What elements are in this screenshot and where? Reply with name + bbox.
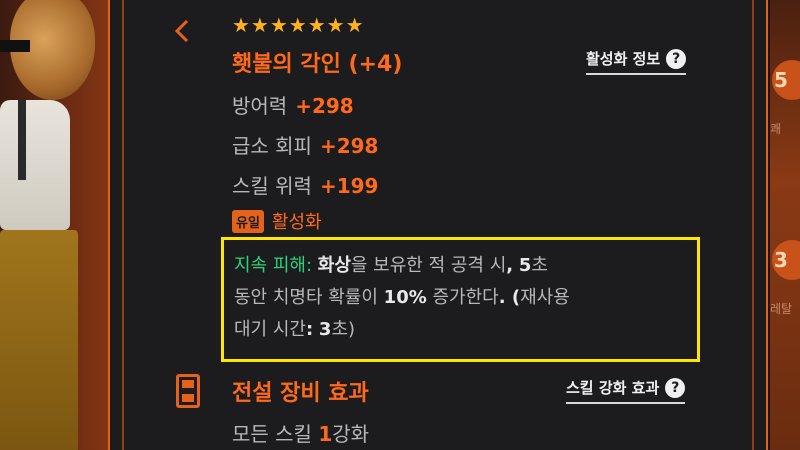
stat-value: +298 [295,94,354,118]
legendary-effect-text: 모든 스킬 1강화 [232,418,369,447]
unique-activation-row: 유일 활성화 [232,208,322,234]
effect-cooldown-label: 재사용 [520,287,570,308]
stat-crit-evasion: 급소 회피 +298 [232,130,378,159]
effect-comma: , [506,255,514,276]
question-icon[interactable]: ? [666,48,687,69]
effect-percentage: 10% [383,287,427,308]
stat-defense: 방어력 +298 [232,90,354,119]
panel-border-right [752,0,754,450]
stat-label: 급소 회피 [232,134,312,158]
stat-label: 방어력 [232,94,288,118]
activation-info-link[interactable]: 활성화 정보 ? [586,48,687,75]
side-badge-mid[interactable]: 3 [772,240,800,280]
item-title: 횃불의 각인 (+4) [232,52,403,77]
legendary-effect-title: 전설 장비 효과 [232,381,369,406]
legendary-hourglass-icon [176,374,200,408]
left-character-background [0,0,120,450]
effect-part1: 을 보유한 적 공격 시 [350,255,507,276]
legendary-effect-prefix: 모든 스킬 [232,422,312,446]
stat-value: +298 [319,134,379,158]
skill-enhance-label: 스킬 강화 효과 [566,379,660,397]
skill-enhance-link[interactable]: 스킬 강화 효과 ? [566,377,686,404]
effect-colon: : [305,319,314,340]
hourglass-bottom [182,394,194,402]
activation-label: 활성화 [271,212,322,233]
unique-badge: 유일 [232,209,264,233]
side-label-top: 쾌 [770,122,782,136]
hourglass-top [182,380,194,388]
effect-description: 지속 피해: 화상을 보유한 적 공격 시, 5초 동안 치명타 확률이 10%… [234,250,687,346]
back-chevron-icon[interactable] [174,18,198,46]
stat-skill-power: 스킬 위력 +199 [232,170,378,199]
character-sunglasses [0,40,30,52]
effect-keyword: 화상 [317,255,351,276]
link-underline [586,73,687,75]
character-shirt [0,100,70,230]
effect-description-box: 지속 피해: 화상을 보유한 적 공격 시, 5초 동안 치명타 확률이 10%… [221,237,700,362]
side-label-mid: 레탈 [770,302,793,316]
effect-cooldown-value: 3 [318,319,332,340]
legendary-effect-value: 1 [318,422,333,446]
star-rating: ★★★★★★★ [232,13,365,37]
legendary-effect-suffix: 강화 [332,422,370,446]
effect-line3-suffix: 초) [331,319,356,340]
activation-info-label: 활성화 정보 [586,50,661,68]
effect-name: 지속 피해: [234,255,313,276]
effect-part2: 초 [531,255,548,276]
right-side-background: 5 쾌 3 레탈 [770,0,800,450]
character-tie [18,100,26,180]
stat-value: +199 [319,174,379,198]
link-underline [566,402,686,404]
question-icon[interactable]: ? [665,377,686,398]
effect-line2-prefix: 동안 치명타 확률이 [234,287,378,308]
effect-line2-suffix: 증가한다 [432,287,499,308]
character-pants [0,230,78,450]
side-badge-top[interactable]: 5 [772,60,800,100]
effect-dot-paren: . ( [498,287,521,308]
stat-label: 스킬 위력 [232,174,312,198]
panel-border-left [122,0,124,450]
effect-duration: 5 [518,255,532,276]
effect-line3-prefix: 대기 시간 [234,319,306,340]
